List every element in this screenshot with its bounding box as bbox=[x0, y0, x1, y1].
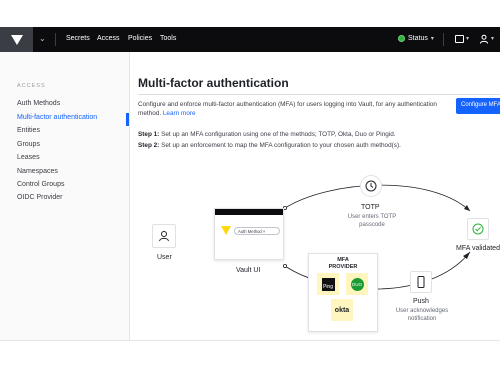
totp-sub-line-1: User enters TOTP bbox=[347, 214, 397, 220]
chevron-down-icon[interactable]: ▾ bbox=[466, 35, 469, 42]
sidebar-item-leases[interactable]: Leases bbox=[17, 154, 40, 161]
sidebar-item-oidc-provider[interactable]: OIDC Provider bbox=[17, 194, 63, 201]
chevron-down-icon: ▾ bbox=[430, 36, 434, 42]
vault-card-header bbox=[215, 209, 283, 215]
vault-logo-icon bbox=[221, 226, 231, 235]
step-1-label: Step 1: bbox=[138, 131, 160, 138]
nav-divider bbox=[55, 33, 56, 46]
provider-title-1: MFA bbox=[337, 257, 349, 263]
close-icon: × bbox=[261, 229, 266, 234]
duo-tile: DUO bbox=[346, 273, 368, 295]
pingid-logo: Ping bbox=[321, 277, 335, 291]
nav-divider bbox=[443, 33, 444, 46]
okta-tile: okta bbox=[331, 299, 353, 321]
step-2-label: Step 2: bbox=[138, 142, 160, 149]
push-description: User acknowledges notification bbox=[385, 307, 459, 323]
validated-card bbox=[467, 218, 489, 240]
totp-card bbox=[360, 175, 382, 197]
nav-link-access[interactable]: Access bbox=[97, 35, 120, 42]
active-indicator bbox=[126, 113, 129, 126]
user-label: User bbox=[157, 254, 172, 261]
arrowhead bbox=[464, 205, 470, 211]
totp-sub-line-2: passcode bbox=[359, 222, 385, 228]
status-menu[interactable]: Status ▾ bbox=[398, 35, 434, 42]
sidebar-item-auth-methods[interactable]: Auth Methods bbox=[17, 100, 60, 107]
mfa-provider-box: MFA PROVIDER Ping DUO okta bbox=[308, 253, 378, 332]
push-sub-line-1: User acknowledges bbox=[395, 308, 449, 314]
arrowhead bbox=[463, 252, 470, 259]
vault-logo-icon bbox=[10, 34, 23, 45]
step-1: Step 1: Set up an MFA configuration usin… bbox=[138, 131, 396, 138]
step-1-text: Set up an MFA configuration using one of… bbox=[161, 131, 396, 138]
configure-mfa-button[interactable]: Configure MFA bbox=[456, 98, 500, 114]
duo-logo: DUO bbox=[350, 277, 364, 291]
console-icon[interactable] bbox=[455, 35, 464, 43]
status-label: Status bbox=[408, 35, 428, 42]
sidebar-item-mfa[interactable]: Multi-factor authentication bbox=[17, 114, 97, 121]
user-card bbox=[152, 224, 176, 248]
top-nav: ⌄ Secrets Access Policies Tools Status ▾… bbox=[0, 27, 500, 52]
auth-method-select: Auth Method × bbox=[234, 227, 280, 235]
sidebar-item-namespaces[interactable]: Namespaces bbox=[17, 168, 58, 175]
okta-logo: okta bbox=[334, 306, 350, 314]
person-icon bbox=[159, 231, 169, 242]
mfa-validated-label: MFA validated bbox=[456, 245, 500, 252]
totp-label: TOTP bbox=[361, 204, 380, 211]
step-2-text: Set up an enforcement to map the MFA con… bbox=[161, 142, 401, 149]
step-2: Step 2: Set up an enforcement to map the… bbox=[138, 142, 401, 149]
vault-ui-card: Auth Method × bbox=[214, 208, 284, 260]
sidebar-item-control-groups[interactable]: Control Groups bbox=[17, 181, 64, 188]
sidebar-item-entities[interactable]: Entities bbox=[17, 127, 40, 134]
nav-link-secrets[interactable]: Secrets bbox=[66, 35, 90, 42]
chevron-down-icon[interactable]: ⌄ bbox=[39, 34, 46, 43]
phone-icon bbox=[417, 276, 425, 288]
clock-icon bbox=[365, 180, 377, 192]
learn-more-link[interactable]: Learn more bbox=[163, 110, 196, 117]
push-card bbox=[410, 271, 432, 293]
provider-title: MFA PROVIDER bbox=[309, 257, 377, 271]
nav-link-policies[interactable]: Policies bbox=[128, 35, 152, 42]
page-title: Multi-factor authentication bbox=[138, 76, 289, 90]
auth-method-label: Auth Method bbox=[238, 229, 262, 234]
vault-logo[interactable] bbox=[0, 27, 33, 52]
push-label: Push bbox=[413, 298, 429, 305]
user-icon[interactable] bbox=[479, 34, 489, 44]
status-ok-icon bbox=[398, 35, 405, 42]
sidebar-heading: ACCESS bbox=[17, 83, 46, 89]
mfa-flow-diagram: User Auth Method × Vault UI TOTP User en… bbox=[130, 160, 500, 340]
app-window: ⌄ Secrets Access Policies Tools Status ▾… bbox=[0, 27, 500, 341]
pingid-tile: Ping bbox=[317, 273, 339, 295]
totp-description: User enters TOTP passcode bbox=[335, 213, 409, 229]
nav-link-tools[interactable]: Tools bbox=[160, 35, 176, 42]
connector-dot bbox=[282, 264, 287, 269]
push-sub-line-2: notification bbox=[407, 316, 437, 322]
chevron-down-icon[interactable]: ▾ bbox=[491, 35, 494, 42]
sidebar-item-groups[interactable]: Groups bbox=[17, 141, 40, 148]
title-divider bbox=[138, 94, 500, 95]
check-circle-icon bbox=[472, 223, 484, 235]
intro-text: Configure and enforce multi-factor authe… bbox=[138, 100, 443, 118]
provider-title-2: PROVIDER bbox=[328, 264, 358, 270]
vault-ui-label: Vault UI bbox=[236, 267, 261, 274]
